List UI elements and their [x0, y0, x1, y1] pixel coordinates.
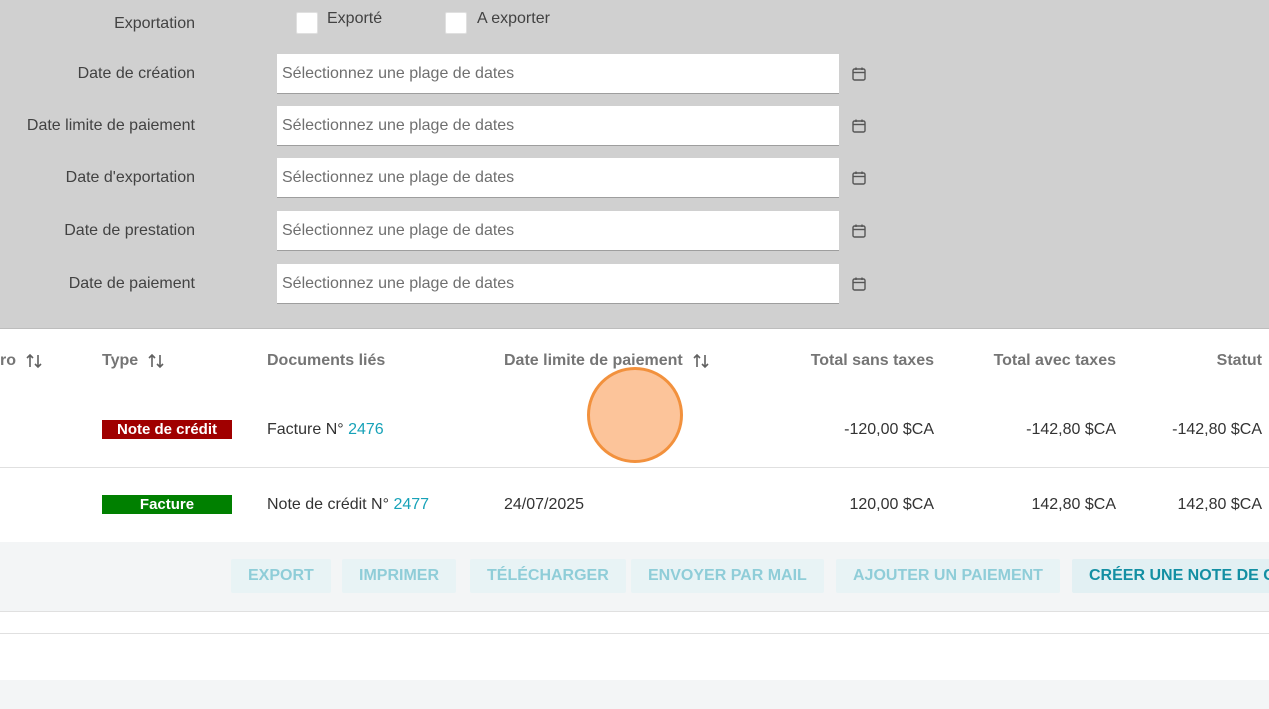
filter-row-export-date: Date d'exportation: [0, 158, 1269, 198]
export-date-input[interactable]: [277, 158, 839, 198]
column-header-status: Statut: [1216, 352, 1262, 369]
column-header-due-date-label: Date limite de paiement: [504, 352, 683, 369]
exported-checkbox-label[interactable]: Exporté: [327, 0, 382, 39]
type-badge: Facture: [102, 495, 232, 514]
payment-date-label: Date de paiement: [68, 275, 195, 292]
calendar-icon[interactable]: [851, 223, 867, 239]
filter-row-exportation: Exportation Exporté A exporter: [0, 4, 1269, 44]
filter-row-creation-date: Date de création: [0, 54, 1269, 94]
column-header-type-label: Type: [102, 352, 139, 369]
to-export-checkbox-label[interactable]: A exporter: [477, 0, 550, 39]
service-date-input[interactable]: [277, 211, 839, 251]
linked-document-link[interactable]: 2476: [348, 421, 384, 438]
filter-row-due-date: Date limite de paiement: [0, 106, 1269, 146]
add-payment-button[interactable]: AJOUTER UN PAIEMENT: [836, 559, 1060, 593]
to-export-checkbox[interactable]: [445, 12, 467, 34]
table-row[interactable]: Facture Note de crédit N° 2477 24/07/202…: [0, 468, 1269, 543]
send-email-button[interactable]: ENVOYER PAR MAIL: [631, 559, 824, 593]
create-credit-note-button[interactable]: CRÉER UNE NOTE DE CR: [1072, 559, 1269, 593]
calendar-icon[interactable]: [851, 118, 867, 134]
sort-arrows-icon[interactable]: [691, 351, 711, 371]
linked-document: Facture N° 2476: [267, 393, 384, 467]
total-incl-cell: 142,80 $CA: [1031, 496, 1116, 513]
sort-arrows-icon[interactable]: [24, 351, 44, 371]
column-header-numero-label: ro: [0, 352, 16, 369]
empty-table-row: [0, 633, 1269, 681]
service-date-label: Date de prestation: [64, 222, 195, 239]
total-excl-cell: 120,00 $CA: [849, 496, 934, 513]
total-excl-cell: -120,00 $CA: [844, 421, 934, 438]
payment-date-input[interactable]: [277, 264, 839, 304]
filter-panel: Exportation Exporté A exporter Date de c…: [0, 0, 1269, 329]
export-button[interactable]: EXPORT: [231, 559, 331, 593]
download-button[interactable]: TÉLÉCHARGER: [470, 559, 626, 593]
export-date-label: Date d'exportation: [65, 169, 195, 186]
print-button[interactable]: IMPRIMER: [342, 559, 456, 593]
action-bar: EXPORT IMPRIMER TÉLÉCHARGER ENVOYER PAR …: [0, 542, 1269, 612]
linked-document-prefix: Note de crédit N°: [267, 496, 390, 513]
column-header-numero[interactable]: ro: [0, 329, 44, 393]
column-header-documents: Documents liés: [267, 352, 386, 369]
status-cell: -142,80 $CA: [1172, 421, 1262, 438]
click-indicator: [587, 367, 683, 463]
due-date-label: Date limite de paiement: [26, 117, 195, 134]
exportation-label: Exportation: [114, 15, 195, 32]
filter-row-service-date: Date de prestation: [0, 211, 1269, 251]
status-cell: 142,80 $CA: [1177, 496, 1262, 513]
sort-arrows-icon[interactable]: [146, 351, 166, 371]
column-header-type[interactable]: Type: [102, 329, 166, 393]
calendar-icon[interactable]: [851, 66, 867, 82]
column-header-total-incl: Total avec taxes: [993, 352, 1116, 369]
filter-row-payment-date: Date de paiement: [0, 264, 1269, 304]
column-header-total-excl: Total sans taxes: [810, 352, 934, 369]
linked-document: Note de crédit N° 2477: [267, 468, 429, 542]
due-date-input[interactable]: [277, 106, 839, 146]
linked-document-link[interactable]: 2477: [393, 496, 429, 513]
linked-document-prefix: Facture N°: [267, 421, 344, 438]
creation-date-input[interactable]: [277, 54, 839, 94]
total-incl-cell: -142,80 $CA: [1026, 421, 1116, 438]
exported-checkbox[interactable]: [296, 12, 318, 34]
due-date-cell: 24/07/2025: [504, 496, 585, 513]
creation-date-label: Date de création: [77, 65, 195, 82]
table-footer: [0, 680, 1269, 709]
calendar-icon[interactable]: [851, 170, 867, 186]
calendar-icon[interactable]: [851, 276, 867, 292]
type-badge: Note de crédit: [102, 420, 232, 439]
